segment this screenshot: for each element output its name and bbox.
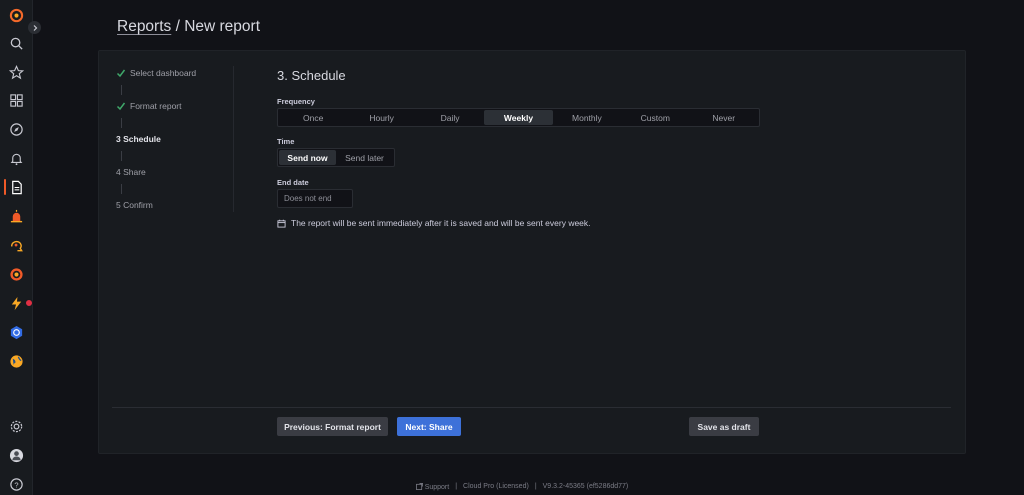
machine-learning-icon[interactable] [8, 237, 25, 254]
frequency-radio-group: Once Hourly Daily Weekly Monthly Custom … [277, 108, 760, 127]
step-confirm[interactable]: 5 Confirm [116, 200, 153, 210]
license-text[interactable]: Cloud Pro (Licensed) [463, 483, 529, 495]
frequency-option-daily[interactable]: Daily [416, 110, 484, 125]
schedule-info-text: The report will be sent immediately afte… [291, 218, 591, 228]
step-label: 5 Confirm [116, 200, 153, 210]
breadcrumb-reports-link[interactable]: Reports [117, 18, 171, 35]
reports-icon[interactable] [8, 179, 25, 196]
end-date-input[interactable]: Does not end [277, 189, 353, 208]
save-draft-button[interactable]: Save as draft [689, 417, 759, 436]
dashboards-icon[interactable] [8, 92, 25, 109]
step-connector [121, 85, 122, 95]
time-option-send-now[interactable]: Send now [279, 150, 336, 165]
step-connector [121, 184, 122, 194]
time-radio-group: Send now Send later [277, 148, 395, 167]
active-indicator [4, 179, 6, 195]
version-text: V9.3.2-45365 (ef5286dd77) [542, 483, 629, 490]
calendar-icon [277, 219, 286, 228]
expand-nav-button[interactable] [28, 21, 41, 34]
frequency-option-hourly[interactable]: Hourly [347, 110, 415, 125]
search-icon[interactable] [8, 35, 25, 52]
footer-divider-2: | [534, 483, 537, 490]
check-icon [116, 69, 126, 78]
step-label: Select dashboard [130, 68, 197, 78]
grafana-logo-icon[interactable] [8, 7, 25, 24]
step-connector [121, 151, 122, 161]
step-label: Format report [130, 101, 182, 111]
step-label: 4 Share [116, 167, 146, 177]
step-format-report[interactable]: Format report [116, 101, 182, 111]
breadcrumb-current: New report [184, 18, 261, 35]
frequency-option-monthly[interactable]: Monthly [553, 110, 621, 125]
earth-icon[interactable] [8, 353, 25, 370]
alerting-bell-icon[interactable] [8, 150, 25, 167]
chevron-right-icon [33, 24, 37, 31]
step-select-dashboard[interactable]: Select dashboard [116, 68, 196, 78]
frequency-option-custom[interactable]: Custom [621, 110, 689, 125]
check-icon [116, 102, 126, 111]
step-label: 3 Schedule [116, 134, 161, 144]
kubernetes-icon[interactable] [8, 324, 25, 341]
frequency-option-weekly[interactable]: Weekly [484, 110, 553, 125]
steps-divider [233, 66, 234, 212]
notification-badge-icon [25, 299, 33, 307]
external-link-icon [415, 483, 423, 490]
frequency-option-never[interactable]: Never [690, 110, 758, 125]
support-link[interactable]: Support [415, 483, 450, 495]
side-navigation: ? [0, 0, 33, 495]
time-label: Time [277, 137, 295, 146]
frequency-label: Frequency [277, 97, 315, 106]
frequency-option-once[interactable]: Once [279, 110, 347, 125]
next-button[interactable]: Next: Share [397, 417, 461, 436]
page-footer: Support | Cloud Pro (Licensed) | V9.3.2-… [0, 483, 1024, 495]
end-date-label: End date [277, 178, 309, 187]
previous-button[interactable]: Previous: Format report [277, 417, 388, 436]
user-avatar-icon[interactable] [8, 447, 25, 464]
breadcrumb-separator: / [171, 18, 185, 35]
time-option-send-later[interactable]: Send later [336, 150, 393, 165]
k6-lightning-icon[interactable] [8, 295, 25, 312]
incident-icon[interactable] [8, 266, 25, 283]
gear-icon[interactable] [8, 418, 25, 435]
footer-divider [112, 407, 951, 408]
schedule-info: The report will be sent immediately afte… [277, 218, 591, 228]
step-schedule[interactable]: 3 Schedule [116, 134, 161, 144]
explore-compass-icon[interactable] [8, 121, 25, 138]
step-connector [121, 118, 122, 128]
support-label: Support [424, 484, 450, 491]
star-icon[interactable] [8, 64, 25, 81]
section-title: 3. Schedule [277, 68, 346, 83]
footer-divider-1: | [455, 483, 458, 490]
breadcrumb: Reports / New report [117, 18, 260, 36]
oncall-icon[interactable] [8, 208, 25, 225]
step-share[interactable]: 4 Share [116, 167, 146, 177]
